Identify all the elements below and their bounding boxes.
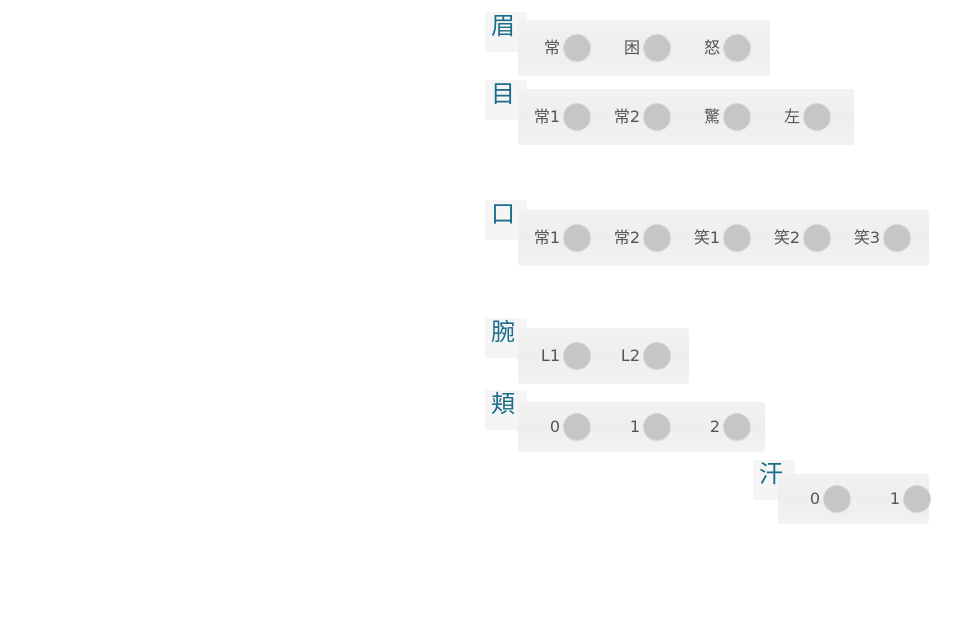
option-mouth-1[interactable]: 常1 [518,210,598,266]
option-label: 2 [709,417,720,436]
radio-dot[interactable] [644,104,670,130]
radio-dot[interactable] [644,225,670,251]
option-mouth-5[interactable]: 笑3 [838,210,918,266]
option-mouth-2[interactable]: 常2 [598,210,678,266]
option-label: 1 [889,489,900,508]
radio-dot[interactable] [724,35,750,61]
option-group-eyebrow: 常 困 怒 [518,20,770,76]
radio-dot[interactable] [564,414,590,440]
radio-dot[interactable] [724,225,750,251]
radio-dot[interactable] [884,225,910,251]
radio-dot[interactable] [564,225,590,251]
option-cheek-2[interactable]: 1 [598,402,678,452]
option-label: 困 [623,38,640,57]
option-label: 笑1 [693,228,720,247]
radio-dot[interactable] [644,414,670,440]
option-label: 笑2 [773,228,800,247]
option-eyebrow-1[interactable]: 常 [518,20,598,76]
radio-dot[interactable] [644,35,670,61]
option-label: 常2 [613,107,640,126]
option-label: 怒 [703,38,720,57]
option-sweat-1[interactable]: 0 [778,474,858,524]
option-label: 0 [549,417,560,436]
option-label: 常1 [533,107,560,126]
option-eyes-2[interactable]: 常2 [598,89,678,145]
option-group-eyes: 常1 常2 驚 左 [518,89,854,145]
radio-dot[interactable] [804,104,830,130]
radio-dot[interactable] [644,343,670,369]
option-arm-2[interactable]: L2 [598,328,678,384]
option-label: 1 [629,417,640,436]
option-eyes-1[interactable]: 常1 [518,89,598,145]
option-label: L2 [620,346,640,365]
radio-dot[interactable] [724,104,750,130]
option-mouth-4[interactable]: 笑2 [758,210,838,266]
option-label: 左 [783,107,800,126]
option-group-mouth: 常1 常2 笑1 笑2 笑3 [518,210,929,266]
option-mouth-3[interactable]: 笑1 [678,210,758,266]
option-arm-1[interactable]: L1 [518,328,598,384]
option-cheek-3[interactable]: 2 [678,402,758,452]
radio-dot[interactable] [824,486,850,512]
option-group-cheek: 0 1 2 [518,402,765,452]
option-label: 常 [543,38,560,57]
option-cheek-1[interactable]: 0 [518,402,598,452]
option-label: 0 [809,489,820,508]
option-group-sweat: 0 1 [778,474,930,524]
option-label: L1 [540,346,560,365]
option-label: 常1 [533,228,560,247]
option-eyebrow-2[interactable]: 困 [598,20,678,76]
radio-dot[interactable] [564,343,590,369]
radio-dot[interactable] [724,414,750,440]
option-group-arm: L1 L2 [518,328,689,384]
option-sweat-2[interactable]: 1 [858,474,938,524]
radio-dot[interactable] [904,486,930,512]
option-eyes-3[interactable]: 驚 [678,89,758,145]
option-label: 笑3 [853,228,880,247]
option-eyes-4[interactable]: 左 [758,89,838,145]
option-eyebrow-3[interactable]: 怒 [678,20,758,76]
option-label: 驚 [703,107,720,126]
radio-dot[interactable] [564,104,590,130]
radio-dot[interactable] [804,225,830,251]
option-label: 常2 [613,228,640,247]
radio-dot[interactable] [564,35,590,61]
